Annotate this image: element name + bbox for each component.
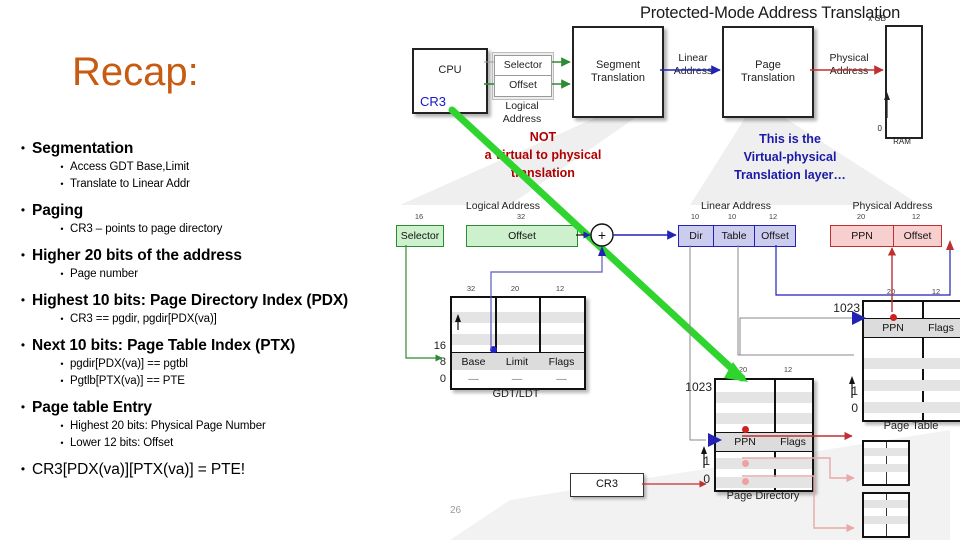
bullet-marker: • — [20, 141, 26, 155]
bullet-text: CR3 – points to page directory — [70, 223, 223, 235]
bullet-item: • Higher 20 bits of the address — [14, 246, 384, 265]
connector-lines: + — [405, 57, 954, 533]
bullet-marker: • — [20, 400, 26, 414]
address-translation-diagram: Protected-Mode Address Translation CPU C… — [390, 0, 960, 540]
bullet-text: CR3[PDX(va)][PTX(va)] = PTE! — [32, 461, 245, 478]
bullet-item: • Next 10 bits: Page Table Index (PTX) — [14, 336, 384, 355]
page-title: Recap: — [72, 50, 199, 94]
bullet-item: • Lower 12 bits: Offset — [14, 435, 384, 451]
bullet-item: • Page table Entry — [14, 398, 384, 417]
bullet-item: • CR3 == pgdir, pgdir[PDX(va)] — [14, 311, 384, 327]
bullet-text: Higher 20 bits of the address — [32, 247, 242, 264]
bullet-item: • CR3[PDX(va)][PTX(va)] = PTE! — [14, 460, 384, 479]
bullet-text: Paging — [32, 202, 84, 219]
bullet-text: Page number — [70, 268, 138, 280]
bullet-marker: • — [60, 359, 64, 369]
bullet-item: • Highest 20 bits: Physical Page Number — [14, 418, 384, 434]
bullet-item: • Pgtlb[PTX(va)] == PTE — [14, 373, 384, 389]
bullet-text: Access GDT Base,Limit — [70, 161, 190, 173]
bullet-marker: • — [60, 376, 64, 386]
bullet-marker: • — [60, 269, 64, 279]
bullet-text: Highest 20 bits: Physical Page Number — [70, 420, 266, 432]
bullet-item: • Access GDT Base,Limit — [14, 159, 384, 175]
bullet-text: Next 10 bits: Page Table Index (PTX) — [32, 337, 296, 354]
bullet-marker: • — [60, 421, 64, 431]
bullet-marker: • — [20, 248, 26, 262]
bullet-list: • Segmentation • Access GDT Base,Limit • Tr… — [14, 130, 384, 479]
bullet-item: • Page number — [14, 266, 384, 282]
bullet-marker: • — [60, 179, 64, 189]
bullet-marker: • — [60, 224, 64, 234]
bullet-marker: • — [20, 203, 26, 217]
bullet-marker: • — [20, 293, 26, 307]
bullet-text: pgdir[PDX(va)] == pgtbl — [70, 358, 188, 370]
bullet-item: • Translate to Linear Addr — [14, 176, 384, 192]
bullet-text: Page table Entry — [32, 399, 152, 416]
bullet-marker: • — [60, 162, 64, 172]
slide-canvas: Recap: • Segmentation • Access GDT Base,Li… — [0, 0, 960, 540]
bullet-item: • Paging — [14, 201, 384, 220]
bullet-text: Lower 12 bits: Offset — [70, 437, 174, 449]
svg-text:+: + — [598, 227, 606, 243]
bullet-text: Highest 10 bits: Page Directory Index (P… — [32, 292, 349, 309]
bullet-item: • Highest 10 bits: Page Directory Index (… — [14, 291, 384, 310]
bullet-marker: • — [20, 338, 26, 352]
bullet-marker: • — [60, 314, 64, 324]
bullet-item: • pgdir[PDX(va)] == pgtbl — [14, 356, 384, 372]
bullet-marker: • — [20, 462, 26, 476]
bullet-text: Pgtlb[PTX(va)] == PTE — [70, 375, 185, 387]
bullet-text: Translate to Linear Addr — [70, 178, 190, 190]
bullet-text: Segmentation — [32, 140, 134, 157]
bullet-item: • CR3 – points to page directory — [14, 221, 384, 237]
bullet-item: • Segmentation — [14, 139, 384, 158]
bullet-marker: • — [60, 438, 64, 448]
bullet-text: CR3 == pgdir, pgdir[PDX(va)] — [70, 313, 217, 325]
